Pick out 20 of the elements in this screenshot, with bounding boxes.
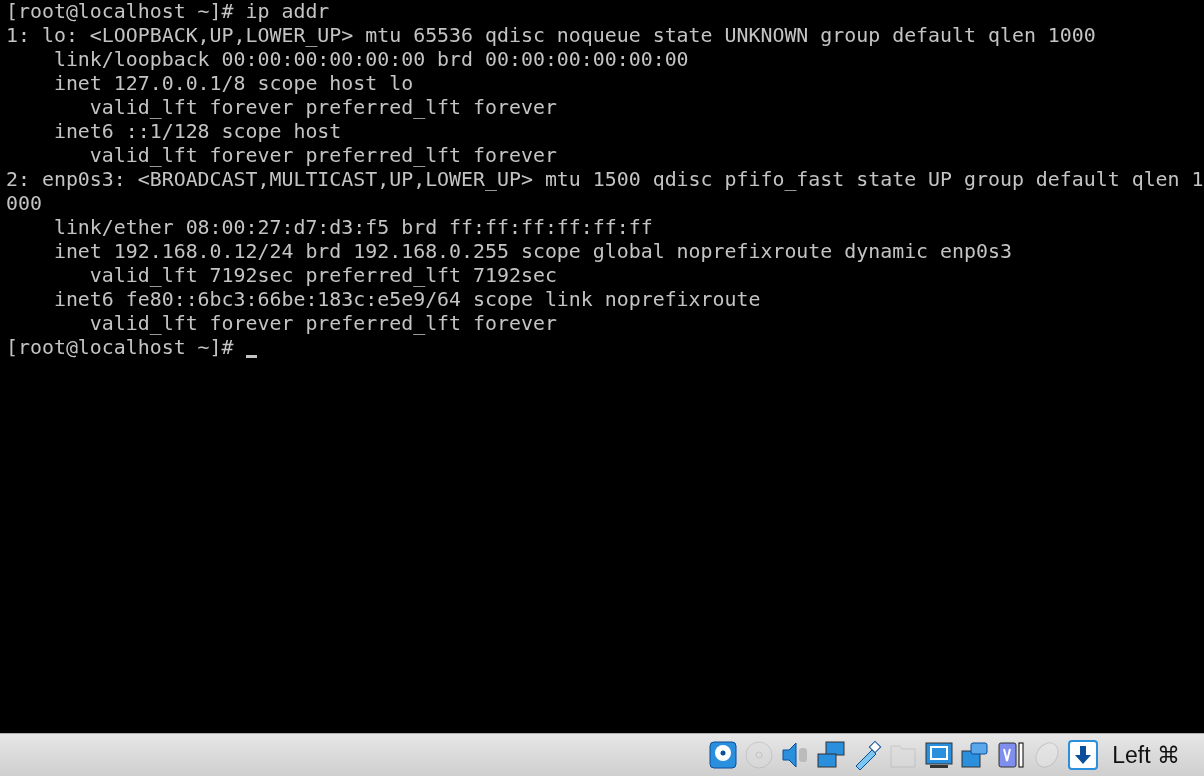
terminal-line: valid_lft forever preferred_lft forever: [88, 96, 557, 120]
terminal-line: valid_lft 7192sec preferred_lft 7192sec: [88, 264, 557, 288]
terminal-line: 2: enp0s3: <BROADCAST,MULTICAST,UP,LOWER_UP> mtu 1500 qdisc pfifo_fast state UP group default qlen 1: [6, 168, 1204, 192]
terminal-line: link/loopback 00:00:00:00:00:00 brd 00:00:00:00:00:00: [52, 48, 689, 72]
host-key-label: Left ⌘: [1112, 741, 1180, 769]
display-icon[interactable]: [924, 740, 955, 770]
terminal-line: inet6 ::1/128 scope host: [52, 120, 342, 144]
terminal-line: valid_lft forever preferred_lft forever: [88, 312, 557, 336]
monitors-icon[interactable]: [816, 740, 847, 770]
shell-prompt: [root@localhost ~]#: [6, 336, 234, 360]
terminal-line: [root@localhost ~]# ip addr: [6, 0, 330, 24]
terminal-line: 000: [6, 192, 42, 216]
terminal-line: link/ether 08:00:27:d7:d3:f5 brd ff:ff:ff:ff:ff:ff: [52, 216, 653, 240]
terminal-line: 1: lo: <LOOPBACK,UP,LOWER_UP> mtu 65536 qdisc noqueue state UNKNOWN group default qlen 1000: [6, 24, 1096, 48]
terminal-line: inet6 fe80::6bc3:66be:183c:e5e9/64 scope link noprefixroute: [52, 288, 761, 312]
chip-icon[interactable]: [996, 740, 1027, 770]
terminal-line: inet 192.168.0.12/24 brd 192.168.0.255 scope global noprefixroute dynamic enp0s3: [52, 240, 1012, 264]
terminal-line: valid_lft forever preferred_lft forever: [88, 144, 557, 168]
video-camera-icon[interactable]: [960, 740, 991, 770]
terminal-line: inet 127.0.0.1/8 scope host lo: [52, 72, 414, 96]
